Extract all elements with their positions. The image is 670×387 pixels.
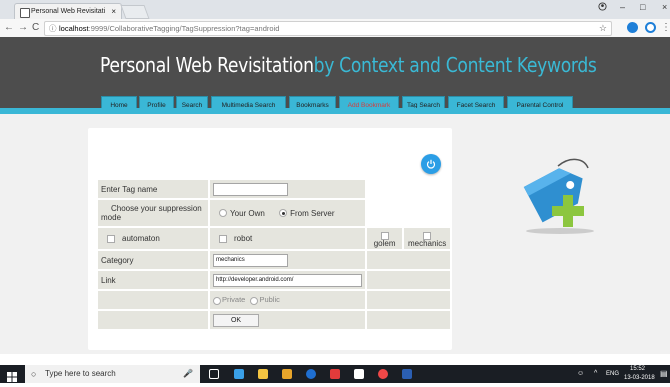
- radio-private[interactable]: Private: [213, 295, 245, 305]
- checkbox-robot-box[interactable]: [219, 234, 228, 243]
- address-bar-row: ← → C ⓘ localhost:9999/CollaborativeTagg…: [0, 19, 670, 38]
- page-content: Enter Tag name Choose your suppression m…: [0, 114, 670, 354]
- category-input[interactable]: mechanics: [213, 253, 289, 267]
- restore-button[interactable]: □: [640, 2, 645, 12]
- form-row-tag: Enter Tag name: [98, 180, 450, 198]
- suppression-mode-label: Choose your suppression mode: [98, 200, 209, 226]
- clock-time[interactable]: 15:52: [630, 365, 645, 374]
- menu-icon[interactable]: ⋮: [661, 22, 670, 33]
- clock-date[interactable]: 13-03-2018: [624, 374, 655, 383]
- tab-title: Personal Web Revisitatio: [31, 8, 105, 15]
- link-label: Link: [98, 271, 209, 289]
- form-row-category: Category mechanics: [98, 251, 450, 269]
- reload-button[interactable]: C: [32, 22, 39, 33]
- file-explorer-icon[interactable]: [258, 369, 268, 379]
- notifications-icon[interactable]: ▤: [660, 369, 668, 378]
- close-window-button[interactable]: ×: [662, 2, 667, 12]
- new-tab-button[interactable]: [120, 5, 150, 19]
- people-icon[interactable]: ☺: [577, 369, 584, 378]
- taskbar-search-placeholder: Type here to search: [45, 369, 116, 378]
- link-input[interactable]: http://developer.android.com/: [213, 273, 363, 287]
- power-icon: [426, 159, 436, 169]
- browser-tab[interactable]: Personal Web Revisitatio ×: [14, 3, 122, 20]
- tray-chevron-icon[interactable]: ^: [594, 369, 597, 378]
- checkbox-automaton[interactable]: automaton: [101, 234, 160, 243]
- microphone-icon[interactable]: 🎤: [183, 365, 193, 383]
- tag-suppression-card: Enter Tag name Choose your suppression m…: [88, 128, 452, 350]
- ok-button[interactable]: OK: [213, 313, 260, 327]
- checkbox-automaton-box[interactable]: [107, 234, 115, 243]
- page-favicon-icon: [20, 8, 30, 18]
- taskbar-app-icon[interactable]: [234, 369, 244, 379]
- radio-public-button[interactable]: [250, 296, 259, 305]
- url-host: localhost: [59, 24, 89, 33]
- url-path: :9999/CollaborativeTagging/TagSuppressio…: [88, 24, 280, 33]
- url-field[interactable]: ⓘ localhost:9999/CollaborativeTagging/Ta…: [44, 21, 612, 36]
- tab-close-icon[interactable]: ×: [111, 4, 116, 20]
- radio-your-own[interactable]: Your Own: [213, 209, 265, 218]
- tag-name-input[interactable]: [213, 182, 289, 196]
- url-text: localhost:9999/CollaborativeTagging/TagS…: [59, 22, 279, 35]
- form-row-submit: OK: [98, 311, 450, 329]
- form-row-suppression: Choose your suppression mode Your Own Fr…: [98, 200, 450, 226]
- radio-public[interactable]: Public: [247, 295, 280, 305]
- search-icon: ○: [31, 369, 37, 379]
- checkbox-mechanics[interactable]: mechanics: [404, 228, 450, 249]
- radio-from-server-button[interactable]: [279, 209, 288, 218]
- mail-icon[interactable]: [354, 369, 364, 379]
- radio-your-own-button[interactable]: [219, 209, 228, 218]
- extension-icon[interactable]: [627, 22, 638, 33]
- browser-tabbar: Personal Web Revisitatio × – □ ×: [0, 0, 670, 20]
- form-row-link: Link http://developer.android.com/: [98, 271, 450, 289]
- tag-suppression-form: Enter Tag name Choose your suppression m…: [96, 178, 452, 331]
- language-indicator[interactable]: ENG: [606, 370, 619, 379]
- radio-private-button[interactable]: [213, 296, 222, 305]
- task-view-icon[interactable]: [209, 369, 219, 379]
- checkbox-robot[interactable]: robot: [213, 234, 252, 243]
- site-info-icon[interactable]: ⓘ: [49, 22, 57, 35]
- minimize-button[interactable]: –: [620, 2, 625, 12]
- site-title-main: Personal Web Revisitation: [100, 53, 314, 77]
- category-label: Category: [98, 251, 209, 269]
- back-button[interactable]: ←: [4, 22, 14, 33]
- windows-start-icon[interactable]: [7, 369, 17, 387]
- account-icon[interactable]: [598, 2, 607, 13]
- checkbox-golem[interactable]: golem: [367, 228, 403, 249]
- windows-taskbar: ○ Type here to search 🎤 ☺ ^ ENG 15:52 13…: [0, 365, 670, 383]
- taskbar-app-icon[interactable]: [282, 369, 292, 379]
- taskbar-search-box[interactable]: ○ Type here to search 🎤: [25, 365, 200, 383]
- tag-add-icon: [523, 158, 594, 234]
- tag-name-label: Enter Tag name: [98, 180, 209, 198]
- site-title: Personal Web Revisitationby Context and …: [100, 53, 597, 77]
- word-icon[interactable]: [402, 369, 412, 379]
- form-row-visibility: Private Public: [98, 291, 450, 309]
- extension-icon[interactable]: [645, 22, 656, 33]
- edge-icon[interactable]: [306, 369, 316, 379]
- chrome-icon[interactable]: [378, 369, 388, 379]
- logout-power-button[interactable]: [421, 154, 441, 174]
- site-title-accent: by Context and Content Keywords: [313, 53, 597, 77]
- form-row-checkboxes: automaton robot golem mechanics: [98, 228, 450, 249]
- taskbar-app-icon[interactable]: [330, 369, 340, 379]
- radio-from-server[interactable]: From Server: [267, 209, 335, 218]
- forward-button[interactable]: →: [18, 22, 28, 33]
- bookmark-star-icon[interactable]: ☆: [599, 22, 607, 35]
